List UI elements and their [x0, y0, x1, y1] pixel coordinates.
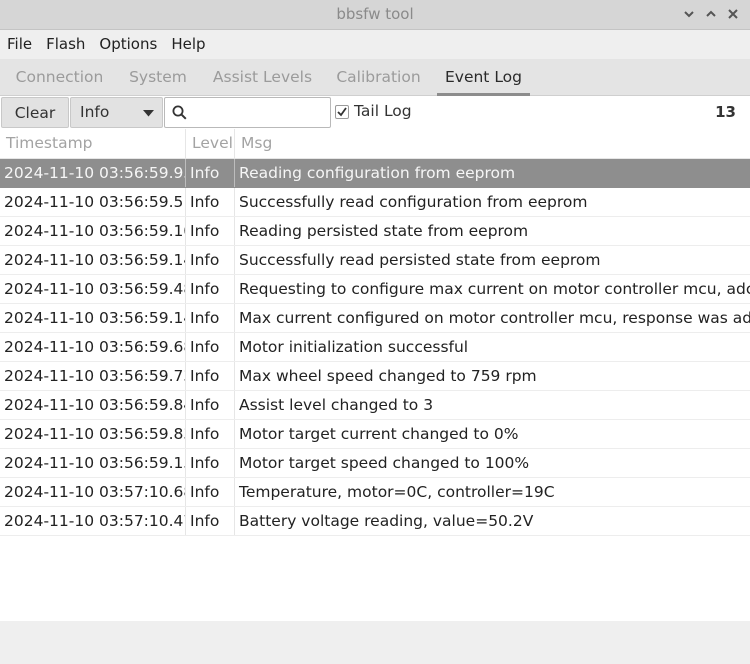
header-msg[interactable]: Msg	[235, 129, 750, 158]
tab-connection[interactable]: Connection	[0, 59, 119, 96]
event-log-panel: Clear Info Tail Log 13 Timestamp Level M…	[0, 96, 750, 621]
table-row[interactable]: 2024-11-10 03:56:59.484 Info Requesting to…	[0, 275, 750, 304]
cell-timestamp: 2024-11-10 03:56:59.484	[0, 275, 186, 303]
level-filter-select[interactable]: Info	[70, 97, 163, 128]
title-bar[interactable]: bbsfw tool	[0, 0, 750, 30]
tab-assist-levels[interactable]: Assist Levels	[204, 59, 321, 96]
tab-system[interactable]: System	[119, 59, 197, 96]
table-header: Timestamp Level Msg	[0, 129, 750, 159]
table-row[interactable]: 2024-11-10 03:56:59.736 Info Max wheel spe…	[0, 362, 750, 391]
table-body: 2024-11-10 03:56:59.954 Info Reading confi…	[0, 159, 750, 536]
cell-timestamp: 2024-11-10 03:56:59.830	[0, 420, 186, 448]
menu-bar: File Flash Options Help	[0, 30, 750, 59]
event-count: 13	[715, 103, 736, 121]
tab-calibration[interactable]: Calibration	[328, 59, 429, 96]
event-log-table: Timestamp Level Msg 2024-11-10 03:56:59.…	[0, 129, 750, 536]
cell-timestamp: 2024-11-10 03:57:10.687	[0, 478, 186, 506]
window-controls	[678, 4, 744, 24]
search-box	[164, 97, 331, 128]
menu-flash[interactable]: Flash	[39, 30, 92, 59]
cell-level: Info	[186, 246, 235, 274]
cell-msg: Requesting to configure max current on m…	[239, 280, 750, 298]
cell-msg: Motor initialization successful	[239, 338, 469, 356]
table-row[interactable]: 2024-11-10 03:56:59.148 Info Max current c…	[0, 304, 750, 333]
cell-timestamp: 2024-11-10 03:56:59.519	[0, 188, 186, 216]
cell-level: Info	[186, 449, 235, 477]
level-filter-value: Info	[80, 103, 110, 121]
table-row[interactable]: 2024-11-10 03:56:59.954 Info Reading confi…	[0, 159, 750, 188]
table-row[interactable]: 2024-11-10 03:56:59.10 Info Reading persis…	[0, 217, 750, 246]
window-title: bbsfw tool	[336, 5, 414, 23]
cell-msg: Max wheel speed changed to 759 rpm	[239, 367, 537, 385]
cell-msg: Motor target speed changed to 100%	[239, 454, 530, 472]
tail-log-label[interactable]: Tail Log	[354, 102, 412, 120]
table-row[interactable]: 2024-11-10 03:56:59.830 Info Motor target …	[0, 420, 750, 449]
table-row[interactable]: 2024-11-10 03:56:59.146 Info Successfully …	[0, 246, 750, 275]
table-row[interactable]: 2024-11-10 03:56:59.682 Info Motor initial…	[0, 333, 750, 362]
cell-msg: Successfully read persisted state from e…	[239, 251, 601, 269]
maximize-button[interactable]	[700, 4, 722, 24]
close-icon	[728, 9, 738, 19]
cell-msg: Reading persisted state from eeprom	[239, 222, 529, 240]
cell-level: Info	[186, 362, 235, 390]
table-row[interactable]: 2024-11-10 03:57:10.687 Info Temperature, …	[0, 478, 750, 507]
header-timestamp[interactable]: Timestamp	[0, 129, 186, 158]
cell-timestamp: 2024-11-10 03:56:59.10	[0, 217, 186, 245]
chevron-down-icon	[684, 11, 694, 18]
cell-timestamp: 2024-11-10 03:56:59.146	[0, 246, 186, 274]
cell-level: Info	[186, 188, 235, 216]
cell-timestamp: 2024-11-10 03:56:59.682	[0, 333, 186, 361]
cell-timestamp: 2024-11-10 03:56:59.736	[0, 362, 186, 390]
header-level[interactable]: Level	[186, 129, 235, 158]
cell-timestamp: 2024-11-10 03:57:10.476	[0, 507, 186, 535]
log-toolbar: Clear Info Tail Log 13	[0, 96, 750, 129]
cell-level: Info	[186, 420, 235, 448]
cell-level: Info	[186, 159, 235, 187]
cell-msg: Motor target current changed to 0%	[239, 425, 519, 443]
table-row[interactable]: 2024-11-10 03:56:59.152 Info Motor target …	[0, 449, 750, 478]
cell-msg: Successfully read configuration from eep…	[239, 193, 588, 211]
menu-help[interactable]: Help	[164, 30, 212, 59]
clear-button[interactable]: Clear	[1, 97, 69, 128]
menu-file[interactable]: File	[0, 30, 39, 59]
search-icon	[172, 105, 187, 120]
cell-level: Info	[186, 391, 235, 419]
table-row[interactable]: 2024-11-10 03:57:10.476 Info Battery volta…	[0, 507, 750, 536]
cell-msg: Max current configured on motor controll…	[239, 309, 750, 327]
cell-level: Info	[186, 275, 235, 303]
tab-bar: Connection System Assist Levels Calibrat…	[0, 59, 750, 96]
tab-event-log[interactable]: Event Log	[437, 59, 530, 96]
cell-level: Info	[186, 333, 235, 361]
cell-msg: Temperature, motor=0C, controller=19C	[239, 483, 555, 501]
cell-timestamp: 2024-11-10 03:56:59.849	[0, 391, 186, 419]
table-row[interactable]: 2024-11-10 03:56:59.519 Info Successfully …	[0, 188, 750, 217]
minimize-button[interactable]	[678, 4, 700, 24]
cell-level: Info	[186, 507, 235, 535]
cell-level: Info	[186, 478, 235, 506]
caret-down-icon	[143, 110, 154, 117]
cell-msg: Reading configuration from eeprom	[239, 164, 516, 182]
cell-timestamp: 2024-11-10 03:56:59.152	[0, 449, 186, 477]
cell-msg: Assist level changed to 3	[239, 396, 434, 414]
table-row[interactable]: 2024-11-10 03:56:59.849 Info Assist level …	[0, 391, 750, 420]
tail-log-checkbox[interactable]	[335, 105, 349, 119]
status-bar	[0, 621, 750, 664]
close-button[interactable]	[722, 4, 744, 24]
cell-timestamp: 2024-11-10 03:56:59.148	[0, 304, 186, 332]
cell-timestamp: 2024-11-10 03:56:59.954	[0, 159, 186, 187]
cell-level: Info	[186, 217, 235, 245]
search-input[interactable]	[193, 102, 329, 126]
cell-level: Info	[186, 304, 235, 332]
menu-options[interactable]: Options	[92, 30, 164, 59]
cell-msg: Battery voltage reading, value=50.2V	[239, 512, 534, 530]
chevron-up-icon	[706, 10, 716, 17]
checkmark-icon	[337, 107, 347, 117]
